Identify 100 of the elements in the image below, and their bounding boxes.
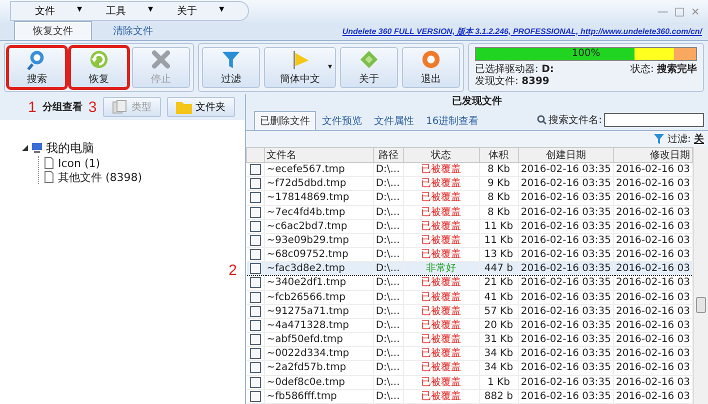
table-cell: 1 Kb: [479, 375, 518, 390]
table-cell: D:\...: [373, 304, 404, 318]
table-cell: 2016-02-16 03:35: [518, 176, 614, 191]
checkbox[interactable]: [250, 277, 261, 288]
tree-item[interactable]: 其他文件 (8398): [43, 170, 245, 184]
table-cell: 2016-02-16 03: [613, 375, 692, 390]
ribbon-tab[interactable]: 恢复文件: [14, 21, 92, 40]
table-cell: 34 Kb: [479, 360, 518, 376]
table-cell: 已被覆盖: [403, 205, 480, 220]
table-cell: 11 Kb: [479, 219, 518, 234]
tree-item[interactable]: Icon (1): [43, 156, 245, 170]
menu-item[interactable]: 文件 ▾: [25, 4, 92, 18]
table-cell: D:\...: [373, 219, 404, 234]
table-cell: D:\...: [373, 389, 404, 404]
version-link[interactable]: Undelete 360 FULL VERSION, 版本 3.1.2.246, PROFESSIONAL, http://www.undelete360.com/cn/: [342, 26, 702, 36]
toolbar-button[interactable]: 退出: [402, 47, 460, 88]
column-header[interactable]: 创建日期: [518, 148, 614, 162]
table-cell: 已被覆盖: [403, 332, 480, 347]
annotation-number: 3: [88, 98, 97, 116]
table-cell: 8 Kb: [479, 190, 518, 206]
filter-status[interactable]: 过滤: 关: [667, 132, 704, 146]
checkbox[interactable]: [250, 234, 261, 246]
toolbar-button[interactable]: 关于: [340, 47, 398, 88]
column-header[interactable]: 文件名: [264, 148, 374, 162]
checkbox[interactable]: [250, 192, 261, 204]
table-cell: 2016-02-16 03:35: [518, 190, 614, 206]
group-button[interactable]: 文件夹: [166, 97, 235, 117]
checkbox[interactable]: [250, 376, 261, 388]
checkbox[interactable]: [250, 362, 261, 374]
table-cell: ~91275a71.tmp: [264, 304, 374, 318]
menu-item[interactable]: 关于 ▾: [167, 4, 234, 18]
table-cell: 已被覆盖: [403, 233, 480, 248]
checkbox[interactable]: [250, 206, 261, 218]
table-cell: 2016-02-16 03:35: [518, 276, 614, 290]
table-cell: D:\...: [373, 318, 404, 333]
table-cell: 2016-02-16 03:35: [518, 262, 614, 276]
ribbon-tab[interactable]: 清除文件: [94, 21, 172, 40]
computer-icon: [31, 142, 43, 154]
table-cell: D:\...: [373, 375, 404, 390]
panel-tab[interactable]: 16进制查看: [420, 111, 485, 130]
column-header[interactable]: 状态: [403, 148, 480, 162]
search-field[interactable]: [604, 113, 704, 127]
table-cell: ~0022d334.tmp: [264, 346, 374, 361]
table-cell: 已被覆盖: [403, 389, 480, 404]
table-cell: 2016-02-16 03: [613, 262, 692, 276]
search-label: 搜索文件名:: [548, 114, 602, 127]
toolbar-icon: [220, 49, 242, 70]
panel-tab[interactable]: 文件属性: [368, 111, 420, 130]
table-cell: 已被覆盖: [403, 360, 480, 376]
table-cell: ~f72d5dbd.tmp: [264, 176, 374, 191]
annotation-number: 1: [28, 98, 36, 116]
toolbar-icon: [88, 49, 110, 70]
menu-item[interactable]: 工具 ▾: [96, 4, 164, 18]
toolbar-button[interactable]: 过滤: [202, 47, 260, 88]
table-cell: ~4a471328.tmp: [264, 318, 374, 333]
table-cell: 2016-02-16 03: [613, 290, 692, 304]
checkbox[interactable]: [250, 306, 261, 317]
column-header[interactable]: 修改日期: [613, 148, 692, 162]
table-cell: 2016-02-16 03:35: [518, 360, 614, 376]
checkbox[interactable]: [250, 320, 261, 331]
table-cell: ~fb586fff.tmp: [264, 389, 374, 404]
table-cell: 57 Kb: [479, 304, 518, 318]
table-cell: 2016-02-16 03:35: [518, 162, 614, 177]
column-header[interactable]: 路径: [373, 148, 404, 162]
table-cell: 34 Kb: [479, 346, 518, 361]
table-cell: D:\...: [373, 290, 404, 304]
checkbox[interactable]: [250, 178, 261, 190]
checkbox[interactable]: [250, 164, 261, 176]
table-cell: 447 b: [479, 262, 518, 276]
checkbox[interactable]: [250, 249, 261, 260]
checkbox[interactable]: [250, 390, 261, 402]
checkbox[interactable]: [250, 263, 261, 274]
toolbar-button[interactable]: 恢复: [70, 47, 128, 88]
checkbox[interactable]: [250, 348, 261, 360]
state-text: 状态: 搜索完毕: [630, 64, 697, 76]
table-cell: 2016-02-16 03: [613, 332, 692, 347]
search-icon: [536, 115, 547, 125]
table-cell: 已被覆盖: [403, 375, 480, 390]
table-cell: ~0def8c0e.tmp: [264, 375, 374, 390]
panel-tab[interactable]: 文件预览: [316, 111, 368, 130]
checkbox[interactable]: [250, 334, 261, 346]
checkbox[interactable]: [250, 220, 261, 232]
table-cell: ~17814869.tmp: [264, 190, 374, 206]
table-cell: 2016-02-16 03: [613, 190, 692, 206]
found-text: 发现文件: 8399: [475, 76, 550, 88]
checkbox[interactable]: [250, 292, 261, 303]
table-cell: 2016-02-16 03:35: [518, 219, 614, 234]
table-cell: 已被覆盖: [403, 318, 480, 333]
table-cell: ~abf50efd.tmp: [264, 332, 374, 347]
panel-tab[interactable]: 已删除文件: [254, 111, 316, 130]
expand-arrow-icon[interactable]: [22, 145, 28, 151]
table-cell: 8 Kb: [479, 162, 518, 177]
table-cell: ~340e2df1.tmp: [264, 276, 374, 290]
toolbar-icon: [358, 49, 380, 70]
table-cell: 31 Kb: [479, 332, 518, 347]
scrollbar[interactable]: [693, 147, 708, 404]
toolbar-button[interactable]: 搜索: [8, 47, 66, 88]
toolbar-button[interactable]: 簡体中文 ▾: [264, 47, 336, 88]
tree-item[interactable]: 我的电脑: [22, 140, 245, 156]
column-header[interactable]: 体积: [479, 148, 518, 162]
